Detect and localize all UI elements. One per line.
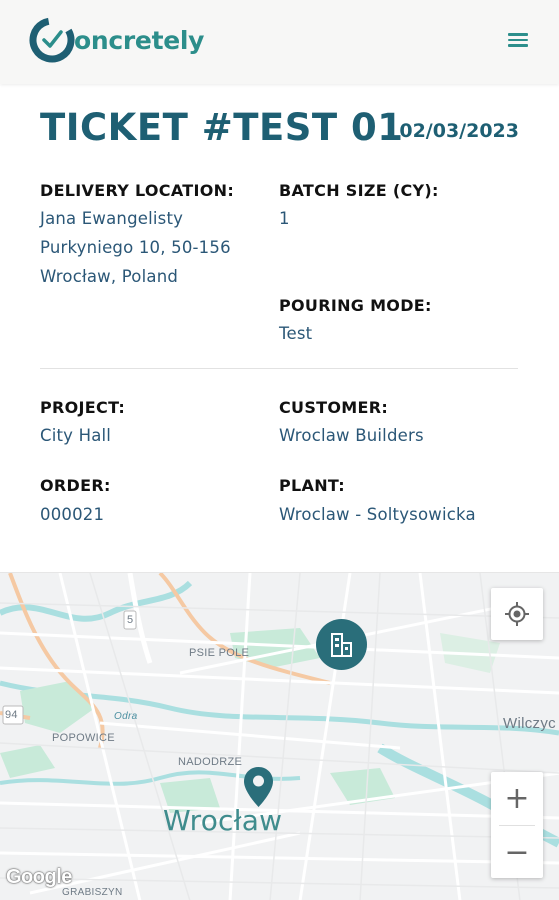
delivery-location-line-2: Purkyniego 10, 50-156 — [40, 238, 231, 257]
order-label: ORDER: — [40, 476, 111, 495]
concretely-logo[interactable]: oncretely — [28, 14, 204, 66]
batch-size-value: 1 — [279, 209, 290, 228]
zoom-out-button[interactable]: − — [491, 826, 543, 879]
google-attribution-logo[interactable]: Google — [6, 866, 72, 889]
project-label: PROJECT: — [40, 398, 126, 417]
logo-text: oncretely — [74, 25, 205, 55]
delivery-location-pin-icon[interactable] — [242, 766, 275, 808]
app-header: oncretely — [0, 0, 559, 84]
delivery-location-line-3: Wrocław, Poland — [40, 267, 179, 286]
batch-size-label: BATCH SIZE (CY): — [279, 181, 439, 200]
hamburger-menu-icon[interactable] — [504, 30, 532, 54]
map-label-wilczyce: Wilczyc — [503, 715, 556, 732]
ticket-date: 02/03/2023 — [399, 120, 519, 142]
route-94-label: 94 — [5, 709, 18, 721]
map-label-nadodrze: NADODRZE — [178, 756, 243, 768]
section-divider — [40, 368, 518, 369]
route-5-label: 5 — [127, 614, 134, 626]
my-location-button[interactable] — [491, 588, 543, 640]
pouring-mode-label: POURING MODE: — [279, 296, 432, 315]
map-view[interactable]: 5 94 PSIE POLE POPOWICE Odra NADODRZE Wi… — [0, 572, 559, 900]
ticket-title: TICKET #TEST 01 — [40, 106, 404, 149]
plant-marker-icon[interactable] — [316, 619, 367, 670]
zoom-in-button[interactable]: + — [491, 772, 543, 825]
zoom-controls: + − — [491, 772, 543, 878]
plant-value: Wroclaw - Soltysowicka — [279, 505, 476, 524]
delivery-location-line-1: Jana Ewangelisty — [40, 209, 184, 228]
map-label-popowice: POPOWICE — [52, 732, 115, 744]
project-value: City Hall — [40, 426, 112, 445]
order-value: 000021 — [40, 505, 105, 524]
pouring-mode-value: Test — [279, 324, 313, 343]
map-city-label: Wrocław — [163, 804, 283, 837]
crosshair-icon — [505, 602, 529, 626]
map-label-psie-pole: PSIE POLE — [189, 647, 250, 659]
clock-check-icon — [29, 17, 75, 63]
map-label-odra: Odra — [114, 711, 138, 722]
delivery-location-label: DELIVERY LOCATION: — [40, 181, 235, 200]
plant-label: PLANT: — [279, 476, 345, 495]
customer-value: Wroclaw Builders — [279, 426, 424, 445]
customer-label: CUSTOMER: — [279, 398, 389, 417]
